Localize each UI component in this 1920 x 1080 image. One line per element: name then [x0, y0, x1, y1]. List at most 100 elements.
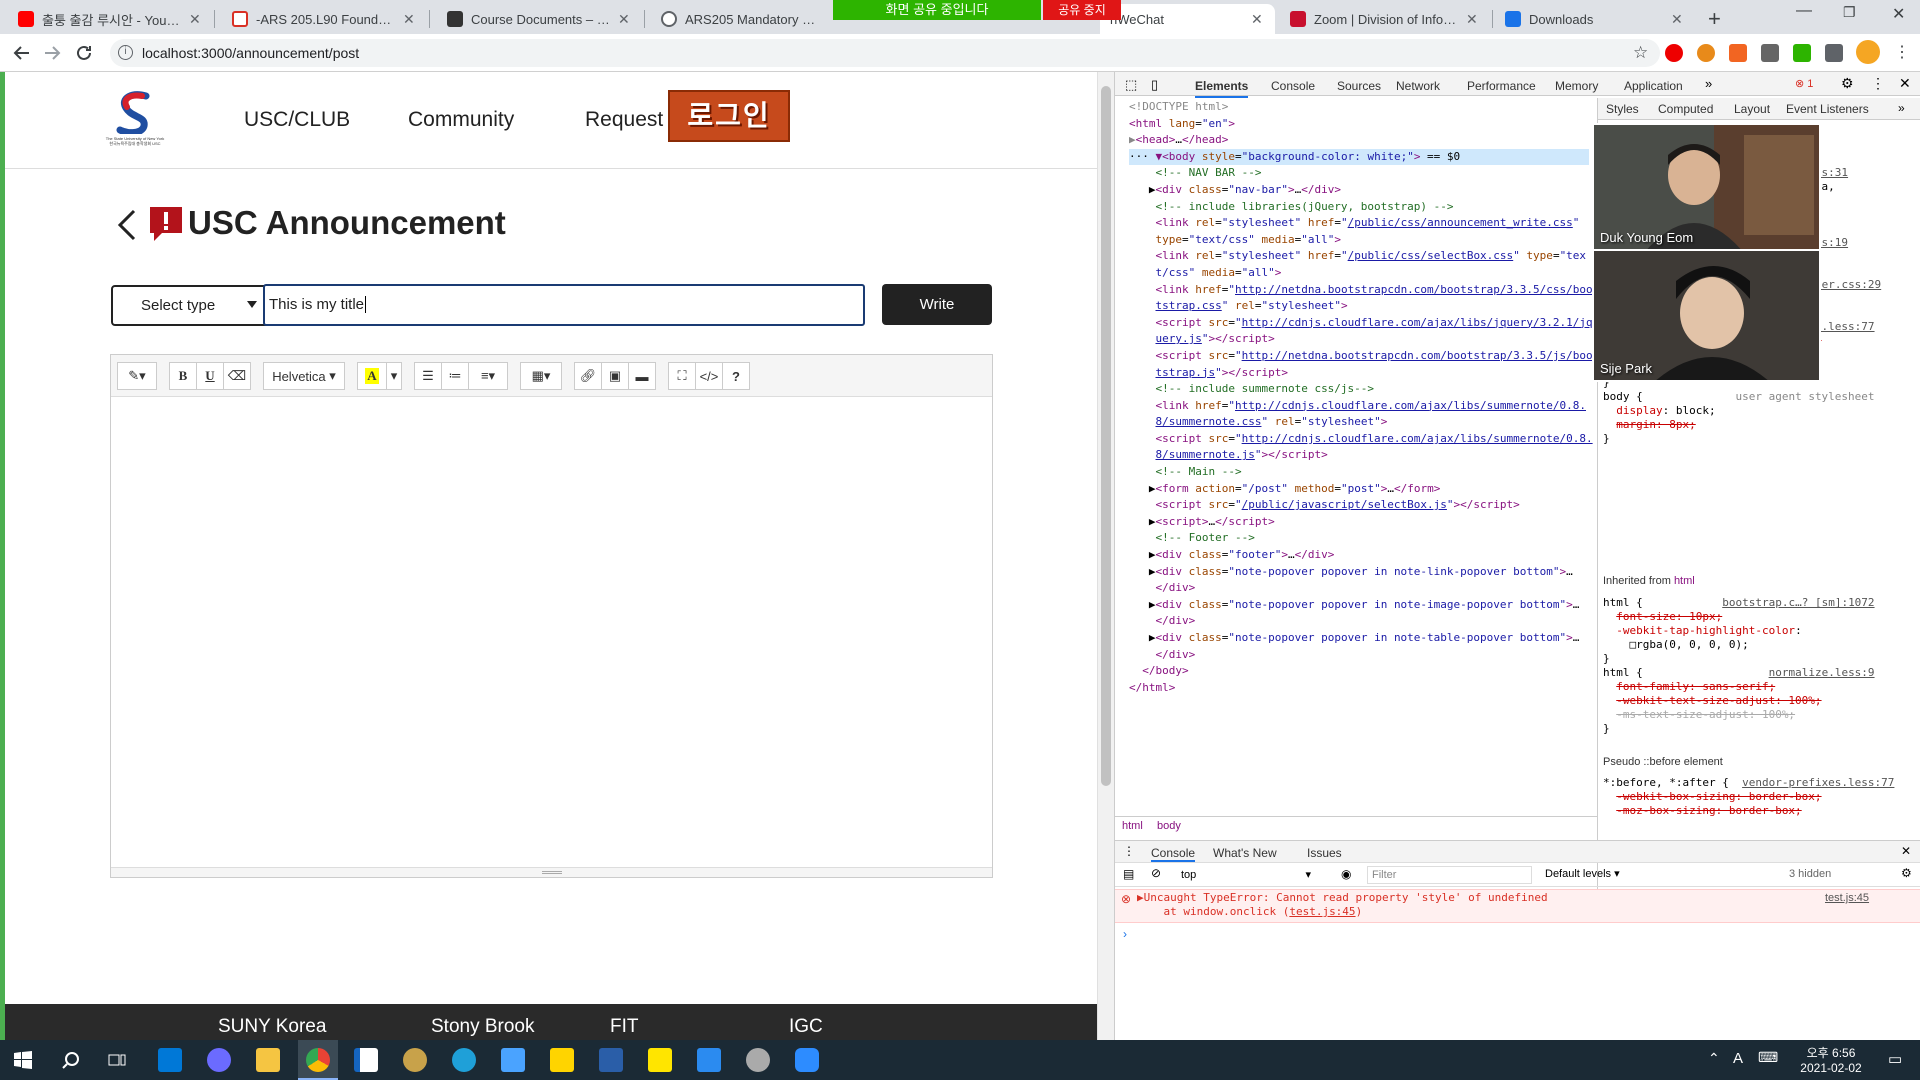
bold-button[interactable]: B [169, 362, 197, 390]
ime-indicator[interactable]: A [1733, 1050, 1743, 1067]
fullscreen-button[interactable]: ⛶ [668, 362, 696, 390]
link-button[interactable]: 🔗︎ [574, 362, 602, 390]
magic-style-button[interactable]: ✎▾ [117, 362, 157, 390]
footer-link-stony-brook[interactable]: Stony Brook [431, 1016, 535, 1038]
more-panes-icon[interactable]: » [1898, 101, 1905, 115]
tab-styles[interactable]: Styles [1606, 102, 1639, 116]
avatar[interactable] [1856, 40, 1880, 64]
stop-share-button[interactable]: 공유 중지 [1043, 0, 1121, 20]
close-tab-icon[interactable]: ✕ [618, 11, 632, 28]
task-view-icon[interactable] [108, 1051, 126, 1069]
tab-network[interactable]: Network [1396, 79, 1440, 93]
reload-button[interactable] [72, 41, 96, 65]
eye-icon[interactable]: ◉ [1341, 867, 1351, 881]
nav-request[interactable]: Request [585, 108, 663, 132]
clear-console-icon[interactable]: ⊘ [1151, 866, 1161, 880]
search-icon[interactable] [62, 1051, 80, 1069]
nav-usc-club[interactable]: USC/CLUB [244, 108, 350, 132]
tab-layout[interactable]: Layout [1734, 102, 1770, 116]
devtools-menu-icon[interactable]: ⋮ [1871, 75, 1885, 92]
minimize-button[interactable]: — [1796, 2, 1812, 20]
drawer-tab-whats-new[interactable]: What's New [1213, 846, 1277, 860]
tab-sources[interactable]: Sources [1337, 79, 1381, 93]
close-tab-icon[interactable]: ✕ [1251, 11, 1265, 28]
ordered-list-button[interactable]: ≔ [441, 362, 469, 390]
keyboard-icon[interactable]: ⌨ [1758, 1049, 1778, 1066]
tab-computed[interactable]: Computed [1658, 102, 1713, 116]
drawer-tab-console[interactable]: Console [1151, 846, 1196, 862]
edge-icon[interactable] [452, 1048, 476, 1072]
tab-blackboard[interactable]: Course Documents – -ARS✕ [437, 4, 642, 34]
browser-menu-icon[interactable]: ⋮ [1894, 42, 1910, 62]
app-icon[interactable] [599, 1048, 623, 1072]
new-tab-button[interactable]: + [1708, 6, 1721, 32]
table-button[interactable]: ▦▾ [520, 362, 562, 390]
console-settings-icon[interactable]: ⚙ [1901, 866, 1912, 880]
drawer-tab-issues[interactable]: Issues [1307, 846, 1342, 860]
footer-link-fit[interactable]: FIT [610, 1016, 639, 1038]
footer-link-suny-korea[interactable]: SUNY Korea [218, 1016, 326, 1038]
zoom-icon[interactable] [795, 1048, 819, 1072]
clear-format-button[interactable]: ⌫ [223, 362, 251, 390]
tab-ars205[interactable]: ARS205 Mandatory Materi [651, 4, 831, 34]
crumb-body[interactable]: body [1157, 820, 1181, 832]
tab-zoom[interactable]: Zoom | Division of Informa ✕ [1280, 4, 1490, 34]
context-select[interactable]: top ▾ [1177, 866, 1317, 884]
picture-button[interactable]: ▣ [601, 362, 629, 390]
restore-button[interactable]: ❐ [1843, 4, 1856, 21]
footer-link-igc[interactable]: IGC [789, 1016, 823, 1038]
error-source-link[interactable]: test.js:45 [1825, 892, 1869, 904]
app-icon[interactable] [746, 1048, 770, 1072]
title-input[interactable]: This is my title [263, 284, 865, 326]
login-button[interactable]: 로그인 [668, 90, 790, 142]
device-toolbar-icon[interactable]: ▯ [1151, 77, 1158, 93]
crumb-html[interactable]: html [1122, 820, 1143, 832]
inspect-icon[interactable]: ⬚ [1125, 77, 1137, 93]
underline-button[interactable]: U [196, 362, 224, 390]
extension-icon[interactable] [1729, 44, 1747, 62]
extension-icon[interactable] [1793, 44, 1811, 62]
document-icon[interactable] [354, 1048, 378, 1072]
editor-resize-handle[interactable] [111, 867, 992, 877]
elements-tree[interactable]: <!DOCTYPE html> <html lang="en"> ▶<head>… [1129, 99, 1593, 696]
video-tile-sije-park[interactable]: Sije Park [1592, 251, 1821, 382]
more-tabs-icon[interactable]: » [1705, 76, 1712, 91]
error-badge[interactable]: ⊗ 1 [1795, 77, 1813, 90]
inherited-rules[interactable]: html { bootstrap.c…? [sm]:1072 font-size… [1603, 596, 1875, 736]
extension-icon[interactable] [1697, 44, 1715, 62]
store-icon[interactable] [158, 1048, 182, 1072]
usc-logo[interactable]: The State University of New York 한국뉴욕주립대… [100, 90, 170, 152]
windows-start-icon[interactable] [14, 1051, 32, 1069]
video-button[interactable]: ▬ [628, 362, 656, 390]
tab-downloads[interactable]: Downloads ✕ [1495, 4, 1695, 34]
console-prompt[interactable]: › [1123, 927, 1127, 941]
type-select[interactable]: Select type [111, 285, 275, 326]
console-error-row[interactable]: ⊗ ▶Uncaught TypeError: Cannot read prope… [1115, 889, 1920, 923]
paragraph-align-button[interactable]: ≡▾ [468, 362, 508, 390]
close-window-button[interactable]: ✕ [1892, 4, 1905, 24]
video-tile-duk-young-eom[interactable]: Duk Young Eom [1592, 123, 1821, 251]
settings-gear-icon[interactable]: ⚙ [1841, 75, 1854, 92]
help-button[interactable]: ? [722, 362, 750, 390]
editor-content-area[interactable] [111, 397, 992, 867]
bookmark-star-icon[interactable]: ☆ [1633, 39, 1648, 67]
close-tab-icon[interactable]: ✕ [189, 11, 203, 28]
page-scrollbar[interactable] [1097, 72, 1114, 1040]
close-devtools-icon[interactable]: ✕ [1899, 75, 1911, 92]
notification-icon[interactable]: ▭ [1888, 1050, 1902, 1068]
tab-console[interactable]: Console [1271, 79, 1315, 93]
write-button[interactable]: Write [882, 284, 992, 325]
close-tab-icon[interactable]: ✕ [1671, 11, 1685, 28]
tab-elements[interactable]: Elements [1195, 79, 1249, 98]
font-family-select[interactable]: Helvetica ▾ [263, 362, 345, 390]
unordered-list-button[interactable]: ☰ [414, 362, 442, 390]
clock[interactable]: 오후 6:56 2021-02-02 [1786, 1044, 1876, 1075]
address-bar[interactable]: i localhost:3000/announcement/post ☆ [110, 39, 1660, 67]
pseudo-rules[interactable]: *:before, *:after { vendor-prefixes.less… [1603, 776, 1894, 818]
filter-input[interactable]: Filter [1367, 866, 1532, 884]
nav-community[interactable]: Community [408, 108, 514, 132]
chevron-up-icon[interactable]: ⌃ [1708, 1050, 1720, 1067]
league-icon[interactable] [403, 1048, 427, 1072]
sticky-notes-icon[interactable] [550, 1048, 574, 1072]
tab-youtube[interactable]: 출퉁 출감 루시안 - YouTube ✕ [8, 4, 213, 34]
